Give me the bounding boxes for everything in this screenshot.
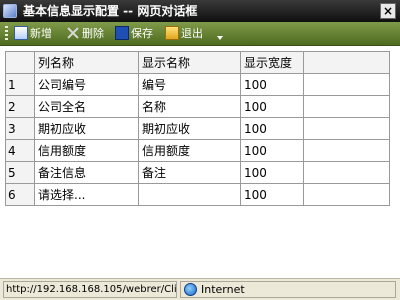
cell-display-name[interactable] <box>138 183 241 206</box>
cell-display-name[interactable]: 备注 <box>138 161 241 184</box>
table-row[interactable]: 3 期初应收 期初应收 100 <box>5 117 390 140</box>
cell-display-name[interactable]: 期初应收 <box>138 117 241 140</box>
grid-corner <box>5 51 35 74</box>
table-row[interactable]: 1 公司编号 编号 100 <box>5 73 390 96</box>
row-number: 6 <box>5 183 35 206</box>
exit-label: 退出 <box>181 27 203 40</box>
cell-extra <box>303 139 390 162</box>
cell-column-name[interactable]: 信用额度 <box>34 139 139 162</box>
add-icon <box>14 26 28 40</box>
table-row[interactable]: 6 请选择... 100 <box>5 183 390 206</box>
save-button[interactable]: 保存 <box>115 26 153 42</box>
cell-extra <box>303 95 390 118</box>
cell-extra <box>303 183 390 206</box>
cell-column-name[interactable]: 公司全名 <box>34 95 139 118</box>
cell-display-width[interactable]: 100 <box>240 95 304 118</box>
toolbar-grip[interactable] <box>5 26 8 42</box>
config-grid: 列名称 显示名称 显示宽度 1 公司编号 编号 100 2 公司全名 名称 10… <box>5 51 390 206</box>
cell-extra <box>303 73 390 96</box>
column-header-name[interactable]: 列名称 <box>34 51 139 74</box>
window-title: 基本信息显示配置 -- 网页对话框 <box>23 4 198 18</box>
security-zone: Internet <box>180 281 396 298</box>
add-button[interactable]: 新增 <box>14 26 52 42</box>
cell-column-name-select[interactable]: 请选择... <box>34 183 139 206</box>
cell-extra <box>303 161 390 184</box>
delete-icon <box>66 26 80 40</box>
row-number: 1 <box>5 73 35 96</box>
toolbar: 新增 删除 保存 退出 <box>0 22 400 46</box>
delete-label: 删除 <box>82 27 104 40</box>
delete-button[interactable]: 删除 <box>66 26 104 42</box>
row-number: 4 <box>5 139 35 162</box>
status-bar: http://192.168.168.105/webrer/Cli Intern… <box>0 278 400 300</box>
exit-button[interactable]: 退出 <box>165 26 203 42</box>
title-bar: 基本信息显示配置 -- 网页对话框 × <box>0 0 400 22</box>
cell-display-width[interactable]: 100 <box>240 183 304 206</box>
cell-column-name[interactable]: 期初应收 <box>34 117 139 140</box>
save-label: 保存 <box>131 27 153 40</box>
row-number: 3 <box>5 117 35 140</box>
grid-area: 列名称 显示名称 显示宽度 1 公司编号 编号 100 2 公司全名 名称 10… <box>0 46 400 278</box>
status-url: http://192.168.168.105/webrer/Cli <box>3 281 177 298</box>
cell-display-name[interactable]: 信用额度 <box>138 139 241 162</box>
table-row[interactable]: 5 备注信息 备注 100 <box>5 161 390 184</box>
cell-display-name[interactable]: 名称 <box>138 95 241 118</box>
save-icon <box>115 26 129 40</box>
table-row[interactable]: 4 信用额度 信用额度 100 <box>5 139 390 162</box>
cell-display-width[interactable]: 100 <box>240 161 304 184</box>
folder-icon <box>165 26 179 40</box>
zone-label: Internet <box>201 283 245 296</box>
cell-column-name[interactable]: 备注信息 <box>34 161 139 184</box>
cell-display-width[interactable]: 100 <box>240 139 304 162</box>
table-row[interactable]: 2 公司全名 名称 100 <box>5 95 390 118</box>
column-header-display-name[interactable]: 显示名称 <box>138 51 241 74</box>
column-header-extra <box>303 51 390 74</box>
globe-icon <box>184 283 197 296</box>
cell-display-name[interactable]: 编号 <box>138 73 241 96</box>
add-label: 新增 <box>30 27 52 40</box>
toolbar-overflow-button[interactable] <box>214 26 226 42</box>
cell-extra <box>303 117 390 140</box>
row-number: 5 <box>5 161 35 184</box>
cell-column-name[interactable]: 公司编号 <box>34 73 139 96</box>
grid-header-row: 列名称 显示名称 显示宽度 <box>5 51 390 74</box>
cell-display-width[interactable]: 100 <box>240 73 304 96</box>
column-header-width[interactable]: 显示宽度 <box>240 51 304 74</box>
row-number: 2 <box>5 95 35 118</box>
close-button[interactable]: × <box>380 3 396 19</box>
window-icon <box>3 4 17 18</box>
cell-display-width[interactable]: 100 <box>240 117 304 140</box>
